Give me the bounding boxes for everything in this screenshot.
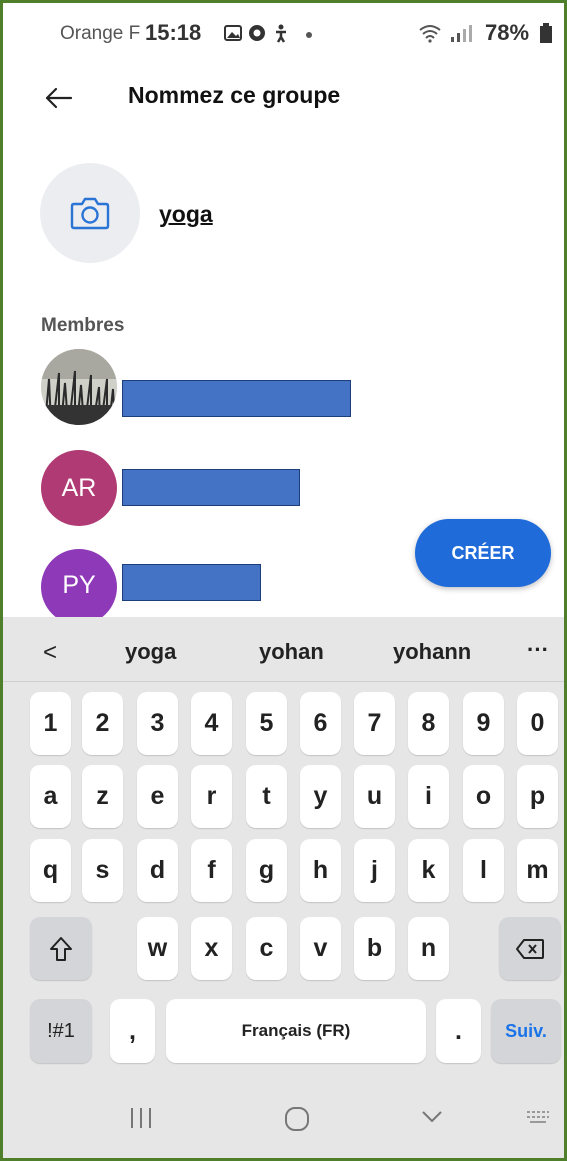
key-i[interactable]: i [408, 765, 449, 828]
more-suggestions-button[interactable]: ··· [527, 637, 549, 663]
members-heading: Membres [41, 315, 125, 336]
key-d[interactable]: d [137, 839, 178, 902]
group-photo-button[interactable] [40, 163, 140, 263]
suggestion-yoga[interactable]: yoga [125, 639, 176, 665]
key-x[interactable]: x [191, 917, 232, 980]
key-4[interactable]: 4 [191, 692, 232, 755]
key-1[interactable]: 1 [30, 692, 71, 755]
key-0[interactable]: 0 [517, 692, 558, 755]
symbols-key[interactable]: !#1 [30, 999, 92, 1063]
key-e[interactable]: e [137, 765, 178, 828]
key-j[interactable]: j [354, 839, 395, 902]
key-w[interactable]: w [137, 917, 178, 980]
period-key[interactable]: . [436, 999, 481, 1063]
suggestion-yohann[interactable]: yohann [393, 639, 471, 665]
page-title: Nommez ce groupe [128, 82, 341, 108]
key-o[interactable]: o [463, 765, 504, 828]
gallery-icon [224, 25, 242, 41]
key-h[interactable]: h [300, 839, 341, 902]
grass-photo [41, 349, 117, 425]
camera-icon [70, 197, 110, 230]
next-key[interactable]: Suiv. [491, 999, 561, 1063]
member-avatar-py: PY [41, 549, 117, 625]
key-l[interactable]: l [463, 839, 504, 902]
hide-keyboard-icon[interactable] [421, 1109, 443, 1125]
key-c[interactable]: c [246, 917, 287, 980]
group-name-input[interactable]: yoga [159, 201, 213, 228]
home-icon[interactable] [283, 1105, 311, 1133]
clock: 15:18 [145, 20, 202, 45]
key-q[interactable]: q [30, 839, 71, 902]
key-a[interactable]: a [30, 765, 71, 828]
recent-apps-icon[interactable] [128, 1105, 154, 1131]
key-k[interactable]: k [408, 839, 449, 902]
accessibility-icon [276, 24, 286, 43]
status-bar: Orange F 15:18 78% [3, 3, 564, 63]
key-5[interactable]: 5 [246, 692, 287, 755]
space-key[interactable]: Français (FR) [166, 999, 426, 1063]
shift-icon [50, 936, 72, 961]
member-name-redacted [122, 469, 300, 506]
chrome-icon [249, 25, 265, 41]
key-2[interactable]: 2 [82, 692, 123, 755]
key-v[interactable]: v [300, 917, 341, 980]
key-3[interactable]: 3 [137, 692, 178, 755]
key-t[interactable]: t [246, 765, 287, 828]
key-7[interactable]: 7 [354, 692, 395, 755]
key-n[interactable]: n [408, 917, 449, 980]
suggestion-yohan[interactable]: yohan [259, 639, 324, 665]
dot-icon [306, 32, 312, 38]
member-name-redacted [122, 564, 261, 601]
back-arrow-icon[interactable] [43, 83, 73, 113]
backspace-key[interactable] [499, 917, 561, 980]
phone-screen: Orange F 15:18 78% Nommez ce groupe yoga… [0, 0, 567, 1161]
shift-key[interactable] [30, 917, 92, 980]
key-p[interactable]: p [517, 765, 558, 828]
member-avatar-photo [41, 349, 117, 425]
keyboard-switch-icon[interactable] [526, 1109, 550, 1127]
comma-key[interactable]: , [110, 999, 155, 1063]
member-avatar-ar: AR [41, 450, 117, 526]
key-y[interactable]: y [300, 765, 341, 828]
key-6[interactable]: 6 [300, 692, 341, 755]
key-f[interactable]: f [191, 839, 232, 902]
create-button[interactable]: CRÉER [415, 519, 551, 587]
battery-icon [540, 23, 552, 43]
navigation-bar [3, 1083, 564, 1158]
key-r[interactable]: r [191, 765, 232, 828]
key-z[interactable]: z [82, 765, 123, 828]
key-b[interactable]: b [354, 917, 395, 980]
key-u[interactable]: u [354, 765, 395, 828]
key-8[interactable]: 8 [408, 692, 449, 755]
key-s[interactable]: s [82, 839, 123, 902]
key-9[interactable]: 9 [463, 692, 504, 755]
carrier-label: Orange F [60, 23, 141, 44]
collapse-suggestions-button[interactable]: < [43, 639, 57, 667]
key-m[interactable]: m [517, 839, 558, 902]
backspace-icon [516, 938, 544, 959]
key-g[interactable]: g [246, 839, 287, 902]
wifi-icon [419, 25, 441, 43]
signal-icon [451, 25, 472, 42]
member-name-redacted [122, 380, 351, 417]
battery-level: 78% [485, 20, 530, 45]
